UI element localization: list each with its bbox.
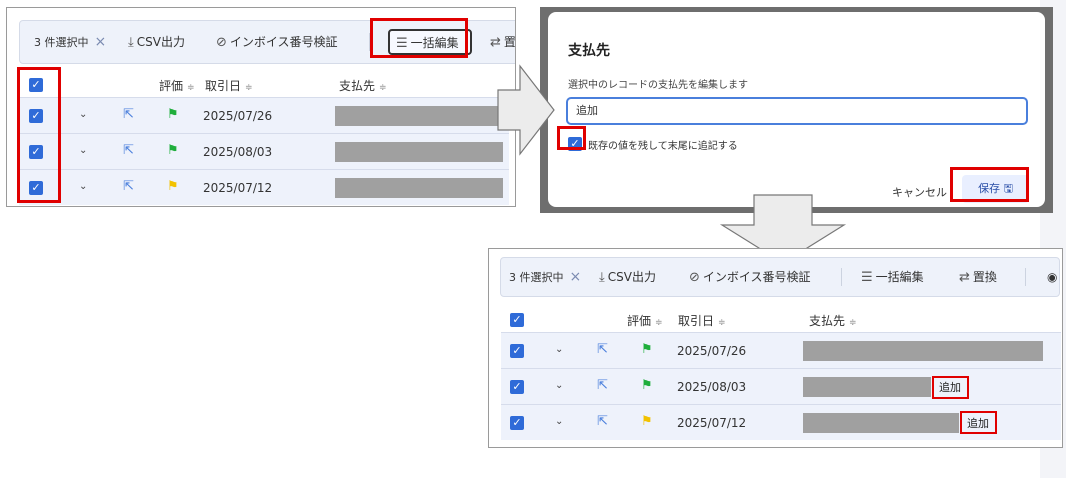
payee-input[interactable]: 追加 xyxy=(566,97,1028,125)
toolbar-divider xyxy=(1025,268,1026,286)
download-icon: ⤓ xyxy=(599,270,605,285)
table-row[interactable]: ✓ ⌄ ⇱ ⚑ 2025/08/03 xyxy=(19,133,509,169)
external-edit-icon[interactable]: ⇱ xyxy=(123,107,134,122)
chevron-down-icon[interactable]: ⌄ xyxy=(79,109,87,120)
replace-button[interactable]: ⇄置換 xyxy=(959,258,997,296)
header-date[interactable]: 取引日 ≑ xyxy=(678,312,726,329)
invoice-verify-button[interactable]: ⊘ インボイス番号検証 xyxy=(689,258,811,296)
bulk-edit-button[interactable]: ☰ 一括編集 xyxy=(861,258,924,296)
clear-selection-icon[interactable]: × xyxy=(95,34,107,50)
table-row[interactable]: ✓ ⌄ ⇱ ⚑ 2025/07/12 xyxy=(19,169,509,205)
dialog-description: 選択中のレコードの支払先を編集します xyxy=(568,80,748,91)
flag-icon: ⚑ xyxy=(641,378,653,393)
row-date: 2025/07/26 xyxy=(203,109,273,123)
flag-icon: ⚑ xyxy=(167,179,179,194)
external-edit-icon[interactable]: ⇱ xyxy=(597,414,608,429)
arrow-right-icon xyxy=(497,64,555,156)
flag-icon: ⚑ xyxy=(641,414,653,429)
table-row[interactable]: ✓ ⌄ ⇱ ⚑ 2025/08/03 追加 xyxy=(501,368,1061,404)
toolbar-divider xyxy=(841,268,842,286)
external-edit-icon[interactable]: ⇱ xyxy=(597,342,608,357)
redacted-payee xyxy=(335,106,509,126)
table-header: ✓ 評価 ≑ 取引日 ≑ 支払先 ≑ xyxy=(19,68,509,100)
replace-icon: ⇄ xyxy=(959,270,970,285)
highlight-appended-row3 xyxy=(960,411,997,434)
flag-icon: ⚑ xyxy=(641,342,653,357)
check-circle-icon: ⊘ xyxy=(216,35,227,50)
chevron-down-icon[interactable]: ⌄ xyxy=(555,344,563,355)
external-edit-icon[interactable]: ⇱ xyxy=(123,179,134,194)
chevron-down-icon[interactable]: ⌄ xyxy=(79,181,87,192)
replace-icon: ⇄ xyxy=(490,35,501,50)
selection-count: 3 件選択中 × xyxy=(34,34,107,50)
check-circle-icon: ⊘ xyxy=(689,270,700,285)
flag-icon: ⚑ xyxy=(167,143,179,158)
redacted-payee xyxy=(803,341,1043,361)
header-payee[interactable]: 支払先 ≑ xyxy=(339,77,387,94)
chevron-down-icon[interactable]: ⌄ xyxy=(555,416,563,427)
row-date: 2025/07/12 xyxy=(677,416,747,430)
highlight-checkbox-column xyxy=(17,67,61,203)
header-rating[interactable]: 評価 ≑ xyxy=(159,77,195,94)
redacted-payee xyxy=(335,178,503,198)
chevron-down-icon[interactable]: ⌄ xyxy=(79,145,87,156)
row-checkbox[interactable]: ✓ xyxy=(510,380,524,394)
bulk-toolbar: 3 件選択中 × ⤓ CSV出力 ⊘ インボイス番号検証 ☰ 一括編集 ⇄ 置換 ◉ xyxy=(500,257,1060,297)
append-checkbox-label: 既存の値を残して末尾に追記する xyxy=(588,141,738,152)
chevron-down-icon[interactable]: ⌄ xyxy=(555,380,563,391)
table-row[interactable]: ✓ ⌄ ⇱ ⚑ 2025/07/26 xyxy=(501,332,1061,368)
row-date: 2025/08/03 xyxy=(677,380,747,394)
table-row[interactable]: ✓ ⌄ ⇱ ⚑ 2025/07/26 xyxy=(19,97,509,133)
redacted-payee xyxy=(803,413,959,433)
external-edit-icon[interactable]: ⇱ xyxy=(123,143,134,158)
row-checkbox[interactable]: ✓ xyxy=(510,416,524,430)
dialog-title: 支払先 xyxy=(568,43,610,59)
cancel-button[interactable]: キャンセル xyxy=(892,184,947,200)
header-date[interactable]: 取引日 ≑ xyxy=(205,77,253,94)
redacted-payee xyxy=(335,142,503,162)
redacted-payee xyxy=(803,377,931,397)
highlight-save-button xyxy=(950,167,1029,202)
highlight-bulk-edit xyxy=(370,18,468,58)
list-icon: ☰ xyxy=(861,270,873,285)
invoice-verify-button[interactable]: ⊘ インボイス番号検証 xyxy=(216,21,338,63)
flag-icon: ⚑ xyxy=(167,107,179,122)
csv-export-button[interactable]: ⤓ CSV出力 xyxy=(599,258,656,296)
row-checkbox[interactable]: ✓ xyxy=(510,344,524,358)
replace-button[interactable]: ⇄置換 xyxy=(490,21,515,63)
row-date: 2025/07/12 xyxy=(203,181,273,195)
csv-export-button[interactable]: ⤓ CSV出力 xyxy=(128,21,185,63)
download-icon: ⤓ xyxy=(128,35,134,50)
header-payee[interactable]: 支払先 ≑ xyxy=(809,312,857,329)
highlight-append-checkbox xyxy=(557,126,586,150)
highlight-appended-row2 xyxy=(932,376,969,399)
eye-icon[interactable]: ◉ xyxy=(1047,258,1057,296)
row-date: 2025/08/03 xyxy=(203,145,273,159)
table-header: ✓ 評価 ≑ 取引日 ≑ 支払先 ≑ xyxy=(501,303,1061,335)
select-all-checkbox[interactable]: ✓ xyxy=(510,313,524,327)
row-date: 2025/07/26 xyxy=(677,344,747,358)
external-edit-icon[interactable]: ⇱ xyxy=(597,378,608,393)
selection-count: 3 件選択中 × xyxy=(509,269,582,285)
header-rating[interactable]: 評価 ≑ xyxy=(627,312,663,329)
clear-selection-icon[interactable]: × xyxy=(570,269,582,285)
